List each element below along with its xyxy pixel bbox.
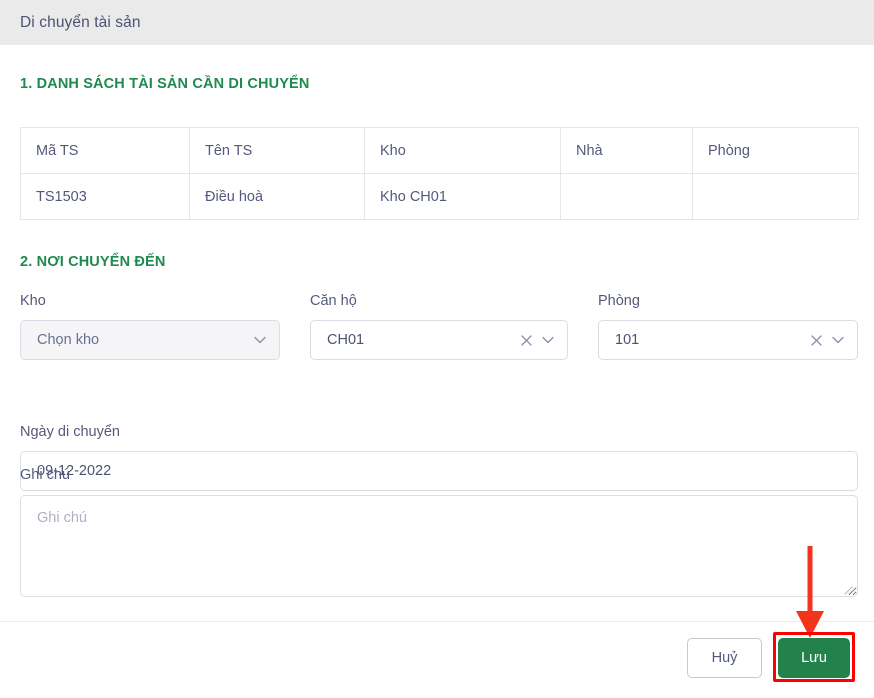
note-textarea[interactable] (20, 495, 858, 597)
clear-icon[interactable] (515, 321, 537, 359)
select-kho[interactable]: Chọn kho (20, 320, 280, 360)
select-phong-value: 101 (615, 332, 640, 348)
cell-phong (692, 173, 859, 220)
page-title: Di chuyển tài sản (20, 13, 141, 31)
table-header-kho: Kho (364, 127, 561, 174)
table-header-row: Mã TS Tên TS Kho Nhà Phòng (20, 127, 859, 174)
label-ngay-di-chuyen: Ngày di chuyển (20, 424, 120, 440)
save-button[interactable]: Lưu (778, 638, 850, 678)
cell-nha (560, 173, 693, 220)
modal-body: 1. DANH SÁCH TÀI SẢN CẦN DI CHUYỂN Mã TS… (0, 45, 874, 621)
chevron-down-icon[interactable] (827, 321, 849, 359)
modal-header: Di chuyển tài sản (0, 0, 874, 45)
select-phong[interactable]: 101 (598, 320, 858, 360)
cell-ten-ts: Điều hoà (189, 173, 365, 220)
table-header-ma-ts: Mã TS (20, 127, 190, 174)
clear-icon[interactable] (805, 321, 827, 359)
table-row: TS1503 Điều hoà Kho CH01 (20, 173, 859, 220)
table-header-nha: Nhà (560, 127, 693, 174)
select-kho-value: Chọn kho (37, 332, 100, 348)
table-header-phong: Phòng (692, 127, 859, 174)
asset-table: Mã TS Tên TS Kho Nhà Phòng TS1503 Điều h… (20, 127, 859, 220)
label-can-ho: Căn hộ (310, 293, 357, 309)
modal-footer: Huỷ Lưu (0, 621, 874, 693)
chevron-down-icon[interactable] (537, 321, 559, 359)
date-input-value: 09-12-2022 (37, 463, 112, 479)
select-can-ho[interactable]: CH01 (310, 320, 568, 360)
cell-kho: Kho CH01 (364, 173, 561, 220)
chevron-down-icon[interactable] (249, 321, 271, 359)
section-title-destination: 2. NƠI CHUYỂN ĐẾN (20, 254, 166, 270)
label-ghi-chu: Ghi chú (20, 467, 70, 483)
label-kho: Kho (20, 293, 46, 309)
select-can-ho-value: CH01 (327, 332, 365, 348)
date-input[interactable]: 09-12-2022 (20, 451, 858, 491)
cancel-button[interactable]: Huỷ (687, 638, 762, 678)
section-title-assets: 1. DANH SÁCH TÀI SẢN CẦN DI CHUYỂN (20, 76, 310, 92)
label-phong: Phòng (598, 293, 640, 309)
table-header-ten-ts: Tên TS (189, 127, 365, 174)
cell-ma-ts: TS1503 (20, 173, 190, 220)
